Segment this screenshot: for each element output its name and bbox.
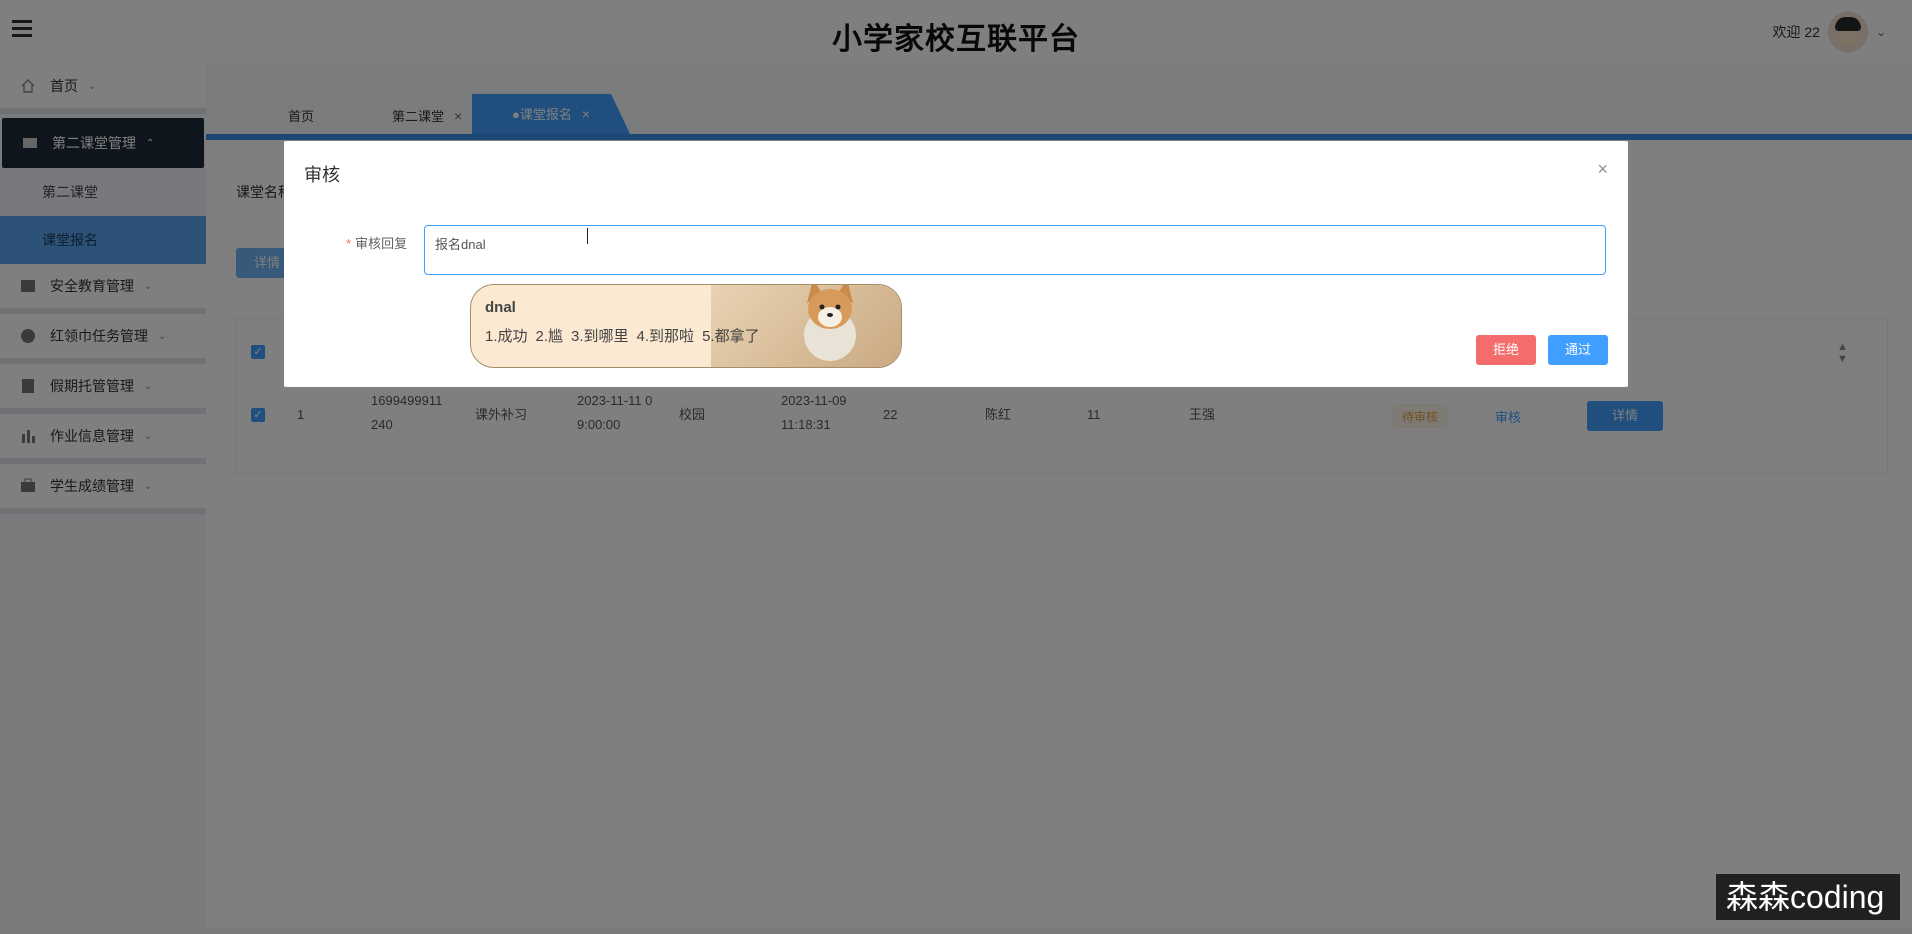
page: 小学家校互联平台 欢迎 22 ⌄ 首页 ⌄ 第二课堂管理 ⌃ 第二课堂 课堂报名…	[0, 0, 1912, 934]
ime-candidate[interactable]: 1.成功	[485, 325, 528, 346]
watermark: 森森coding	[1716, 874, 1900, 920]
ime-candidate[interactable]: 5.都拿了	[702, 325, 760, 346]
reply-label-text: 审核回复	[355, 236, 408, 251]
ime-candidate[interactable]: 4.到那啦	[637, 325, 695, 346]
dog-icon	[804, 285, 856, 361]
reply-label: * 审核回复	[346, 236, 408, 251]
reject-button[interactable]: 拒绝	[1476, 335, 1536, 365]
reply-textarea[interactable]: 报名dnal	[424, 225, 1606, 275]
ime-candidates: 1.成功 2.尴 3.到哪里 4.到那啦 5.都拿了	[485, 325, 760, 346]
ime-candidate[interactable]: 2.尴	[536, 325, 564, 346]
pass-button[interactable]: 通过	[1548, 335, 1608, 365]
close-icon[interactable]: ×	[1597, 159, 1608, 180]
ime-input-text: dnal	[485, 299, 516, 316]
ime-candidate[interactable]: 3.到哪里	[571, 325, 629, 346]
bottom-bar	[0, 928, 1912, 934]
ime-candidate-popup: dnal 1.成功 2.尴 3.到哪里 4.到那啦 5.都拿了	[470, 284, 902, 368]
dialog-title: 审核	[304, 165, 340, 185]
text-cursor-icon	[587, 228, 588, 244]
